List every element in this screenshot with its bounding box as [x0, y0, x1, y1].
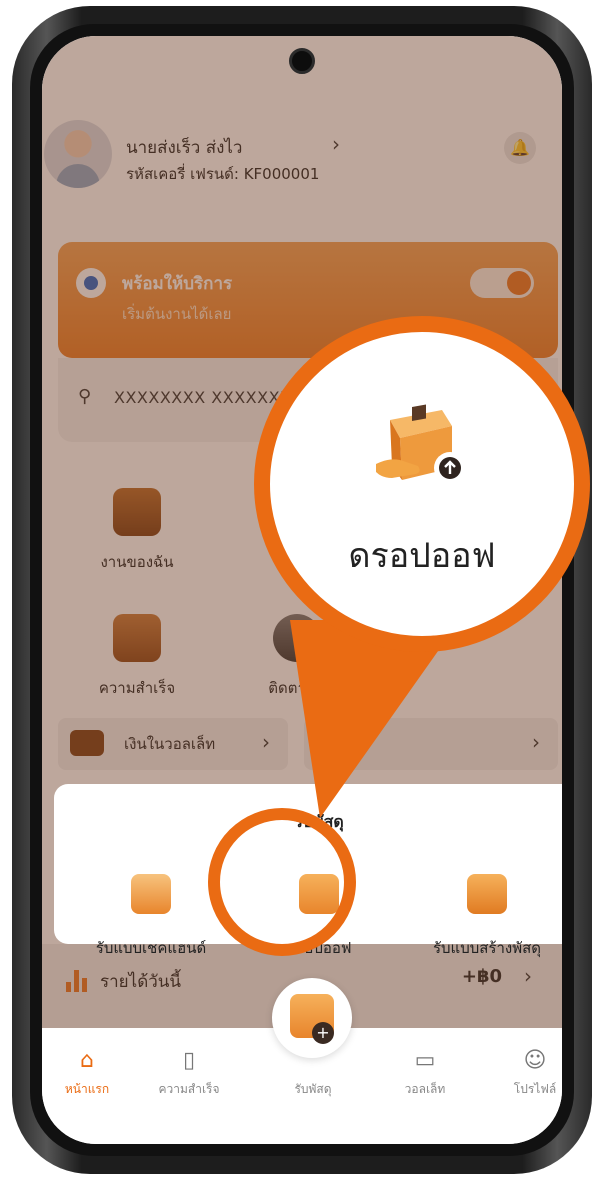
tab-success[interactable]: ▯ ความสำเร็จ: [144, 1028, 234, 1099]
zoom-label: ดรอปออฟ: [348, 536, 496, 576]
home-icon: ⌂: [80, 1048, 94, 1073]
plus-icon: +: [312, 1022, 334, 1044]
tab-profile[interactable]: ☺ โปรไฟล์: [490, 1028, 562, 1099]
tab-label: ความสำเร็จ: [158, 1082, 220, 1096]
tab-label: รับพัสดุ: [294, 1082, 332, 1096]
receive-parcel-fab[interactable]: +: [272, 978, 352, 1058]
user-icon: ☺: [523, 1048, 547, 1073]
zoom-callout: ดรอปออฟ: [254, 316, 590, 652]
option-create-parcel[interactable]: รับแบบสร้างพัสดุ: [402, 874, 562, 960]
option-label: รับแบบสร้างพัสดุ: [432, 939, 542, 957]
tab-home[interactable]: ⌂ หน้าแรก: [42, 1028, 132, 1099]
bar-chart-icon: ▯: [182, 1048, 196, 1073]
tab-wallet[interactable]: ▭ วอลเล็ท: [380, 1028, 470, 1099]
highlight-ring: [208, 808, 356, 956]
tab-label: หน้าแรก: [64, 1082, 110, 1096]
tab-label: วอลเล็ท: [404, 1082, 446, 1096]
wallet-icon: ▭: [414, 1048, 436, 1073]
option-label: รับแบบเชคแฮนด์: [95, 939, 207, 957]
front-camera: [289, 48, 315, 74]
parcel-edit-icon: [467, 874, 507, 914]
handover-icon: [131, 874, 171, 914]
bottom-safe-area: [42, 1118, 562, 1144]
parcel-drop-icon: [376, 404, 466, 484]
tab-label: โปรไฟล์: [513, 1082, 557, 1096]
